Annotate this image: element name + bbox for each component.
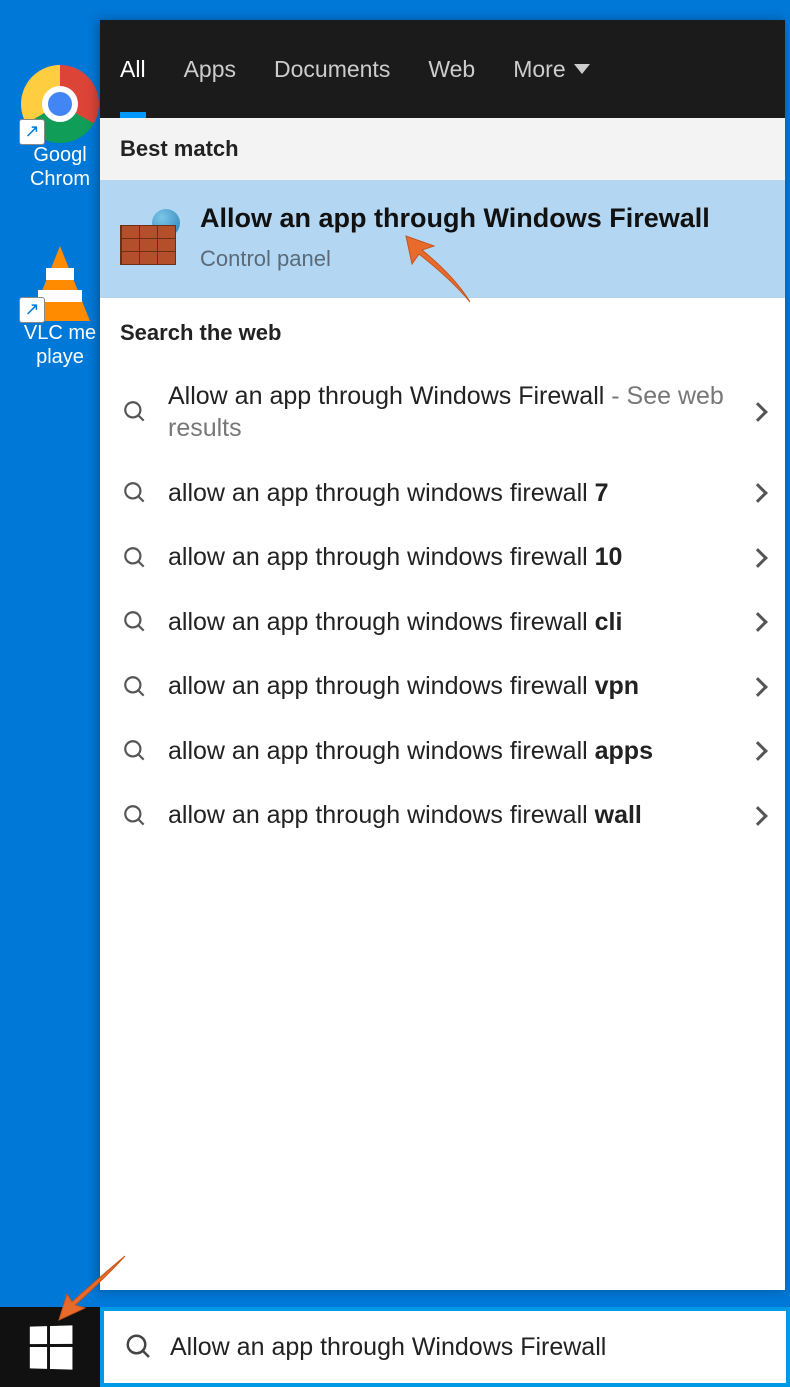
best-match-result[interactable]: Allow an app through Windows Firewall Co… — [100, 180, 785, 298]
chrome-icon: ↗ — [21, 65, 99, 143]
chevron-right-icon — [748, 806, 768, 826]
shortcut-arrow-icon: ↗ — [19, 297, 45, 323]
web-result-item[interactable]: allow an app through windows firewall wa… — [100, 783, 785, 848]
desktop-icons: ↗ Googl Chrom ↗ VLC me playe — [20, 65, 100, 369]
web-result-text: allow an app through windows firewall 10 — [168, 541, 733, 574]
best-match-subtitle: Control panel — [200, 246, 710, 272]
tab-more[interactable]: More — [513, 20, 589, 118]
search-tabs-bar: All Apps Documents Web More — [100, 20, 785, 118]
web-result-text: allow an app through windows firewall ap… — [168, 735, 733, 768]
search-icon — [120, 801, 150, 831]
vlc-icon: ↗ — [21, 236, 99, 321]
tab-apps[interactable]: Apps — [184, 20, 236, 118]
search-icon — [120, 736, 150, 766]
web-result-text: allow an app through windows firewall wa… — [168, 799, 733, 832]
best-match-header: Best match — [100, 118, 785, 180]
chevron-right-icon — [748, 483, 768, 503]
search-icon — [120, 672, 150, 702]
chevron-right-icon — [748, 402, 768, 422]
taskbar — [0, 1307, 790, 1387]
tab-documents[interactable]: Documents — [274, 20, 390, 118]
web-result-item[interactable]: allow an app through windows firewall vp… — [100, 654, 785, 719]
search-icon — [120, 543, 150, 573]
web-result-item[interactable]: allow an app through windows firewall ap… — [100, 719, 785, 784]
chevron-right-icon — [748, 612, 768, 632]
chevron-right-icon — [748, 548, 768, 568]
web-result-item[interactable]: allow an app through windows firewall 10 — [100, 525, 785, 590]
desktop-icon-label: Googl Chrom — [20, 143, 100, 191]
search-icon — [120, 478, 150, 508]
firewall-icon — [120, 209, 180, 265]
taskbar-search-box[interactable] — [100, 1307, 790, 1387]
best-match-title: Allow an app through Windows Firewall — [200, 202, 710, 236]
search-icon — [124, 1332, 154, 1362]
web-result-item[interactable]: allow an app through windows firewall cl… — [100, 590, 785, 655]
chevron-right-icon — [748, 677, 768, 697]
search-results-panel: All Apps Documents Web More Best match A… — [100, 20, 785, 1290]
web-result-item[interactable]: Allow an app through Windows Firewall - … — [100, 364, 785, 461]
web-result-text: allow an app through windows firewall vp… — [168, 670, 733, 703]
search-icon — [120, 607, 150, 637]
web-result-text: Allow an app through Windows Firewall - … — [168, 380, 733, 445]
web-result-text: allow an app through windows firewall 7 — [168, 477, 733, 510]
desktop-icon-vlc[interactable]: ↗ VLC me playe — [20, 236, 100, 369]
search-web-header: Search the web — [100, 298, 785, 364]
chevron-right-icon — [748, 741, 768, 761]
tab-all[interactable]: All — [120, 20, 146, 118]
search-input[interactable] — [170, 1333, 766, 1362]
tab-web[interactable]: Web — [428, 20, 475, 118]
search-icon — [120, 397, 150, 427]
web-result-text: allow an app through windows firewall cl… — [168, 606, 733, 639]
shortcut-arrow-icon: ↗ — [19, 119, 45, 145]
chevron-down-icon — [574, 64, 590, 74]
start-button[interactable] — [0, 1307, 100, 1387]
windows-logo-icon — [29, 1325, 72, 1369]
web-result-item[interactable]: allow an app through windows firewall 7 — [100, 461, 785, 526]
desktop-icon-chrome[interactable]: ↗ Googl Chrom — [20, 65, 100, 191]
desktop-icon-label: VLC me playe — [20, 321, 100, 369]
web-results-list: Allow an app through Windows Firewall - … — [100, 364, 785, 1290]
